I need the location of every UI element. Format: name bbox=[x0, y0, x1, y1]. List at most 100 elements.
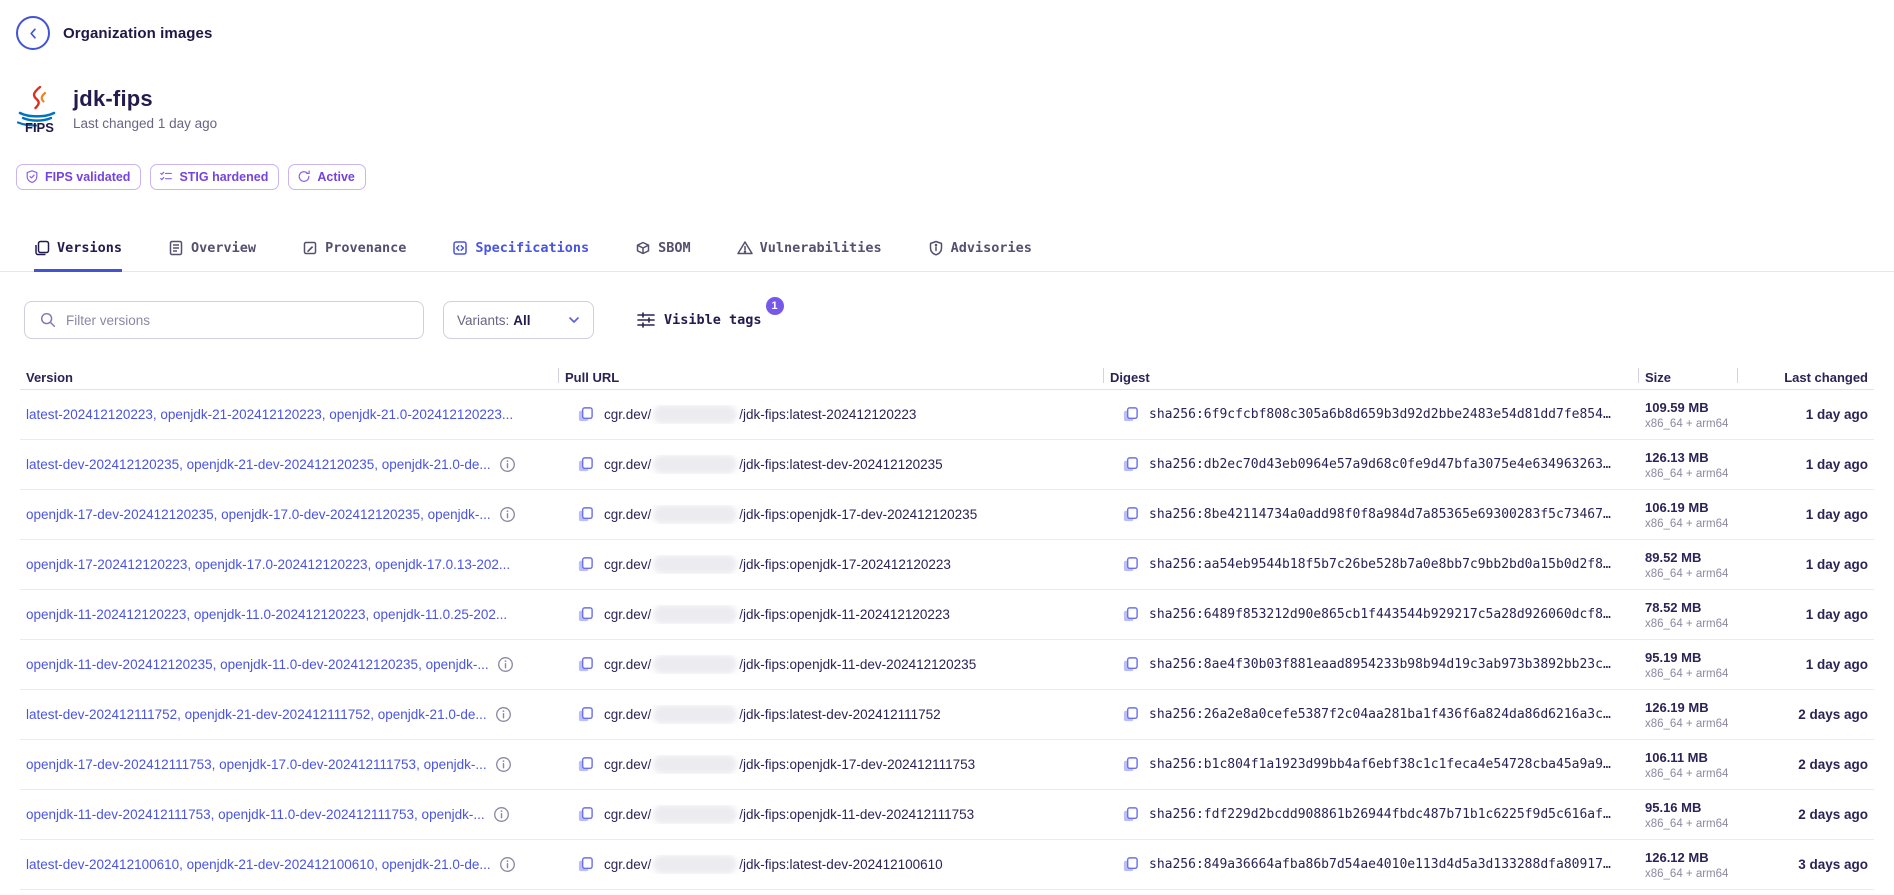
copy-pull-url-icon[interactable] bbox=[577, 856, 594, 873]
copy-pull-url-icon[interactable] bbox=[577, 756, 594, 773]
copy-digest-icon[interactable] bbox=[1122, 406, 1139, 423]
tab-provenance[interactable]: Provenance bbox=[302, 240, 406, 272]
badge-active[interactable]: Active bbox=[288, 164, 366, 190]
table-row: openjdk-17-dev-202412111753, openjdk-17.… bbox=[20, 740, 1874, 790]
versions-table: Version Pull URL Digest Size Last change… bbox=[20, 365, 1874, 890]
tab-sbom[interactable]: SBOM bbox=[635, 240, 691, 272]
tab-specifications[interactable]: Specifications bbox=[452, 240, 589, 272]
copy-pull-url-icon[interactable] bbox=[577, 456, 594, 473]
filter-versions-input[interactable] bbox=[66, 313, 411, 328]
copy-digest-icon[interactable] bbox=[1122, 756, 1139, 773]
pull-url-prefix: cgr.dev/ bbox=[604, 857, 651, 872]
copy-digest-icon[interactable] bbox=[1122, 856, 1139, 873]
version-tags-link[interactable]: openjdk-17-dev-202412120235, openjdk-17.… bbox=[26, 507, 491, 522]
digest-value: sha256:849a36664afba86b7d54ae4010e113d4d… bbox=[1149, 857, 1611, 872]
back-button[interactable] bbox=[16, 16, 50, 50]
column-header-version[interactable]: Version bbox=[20, 365, 558, 389]
copy-digest-icon[interactable] bbox=[1122, 506, 1139, 523]
versions-toolbar: Variants: All Visible tags 1 bbox=[24, 301, 1894, 339]
version-tags-link[interactable]: openjdk-17-dev-202412111753, openjdk-17.… bbox=[26, 757, 487, 772]
version-tags-link[interactable]: latest-dev-202412100610, openjdk-21-dev-… bbox=[26, 857, 491, 872]
variants-dropdown[interactable]: Variants: All bbox=[443, 301, 594, 339]
copy-pull-url-icon[interactable] bbox=[577, 506, 594, 523]
copy-digest-icon[interactable] bbox=[1122, 706, 1139, 723]
tab-advisories[interactable]: Advisories bbox=[928, 240, 1032, 272]
column-header-digest[interactable]: Digest bbox=[1103, 365, 1638, 389]
copy-pull-url-icon[interactable] bbox=[577, 806, 594, 823]
version-tags-link[interactable]: openjdk-11-dev-202412120235, openjdk-11.… bbox=[26, 657, 489, 672]
copy-pull-url-icon[interactable] bbox=[577, 606, 594, 623]
chevron-down-icon bbox=[566, 312, 582, 328]
redacted-org-name bbox=[653, 555, 737, 574]
info-icon[interactable] bbox=[499, 456, 516, 473]
last-changed-value: 2 days ago bbox=[1737, 807, 1874, 822]
last-changed-value: 1 day ago bbox=[1737, 657, 1874, 672]
copy-pull-url-icon[interactable] bbox=[577, 706, 594, 723]
pull-url-prefix: cgr.dev/ bbox=[604, 407, 651, 422]
digest-value: sha256:aa54eb9544b18f5b7c26be528b7a0e8bb… bbox=[1149, 557, 1611, 572]
tab-vulnerabilities[interactable]: Vulnerabilities bbox=[737, 240, 882, 272]
version-tags-link[interactable]: openjdk-11-dev-202412111753, openjdk-11.… bbox=[26, 807, 485, 822]
refresh-icon bbox=[297, 169, 311, 184]
info-icon[interactable] bbox=[499, 856, 516, 873]
copy-pull-url-icon[interactable] bbox=[577, 406, 594, 423]
info-icon[interactable] bbox=[495, 756, 512, 773]
info-icon[interactable] bbox=[495, 706, 512, 723]
table-row: openjdk-11-dev-202412120235, openjdk-11.… bbox=[20, 640, 1874, 690]
badge-stig-hardened[interactable]: STIG hardened bbox=[150, 164, 279, 190]
version-tags-link[interactable]: latest-dev-202412120235, openjdk-21-dev-… bbox=[26, 457, 491, 472]
column-header-last-changed[interactable]: Last changed bbox=[1737, 365, 1874, 389]
redacted-org-name bbox=[653, 605, 737, 624]
image-name: jdk-fips bbox=[73, 86, 217, 112]
shield-icon bbox=[928, 240, 944, 256]
last-changed-value: 1 day ago bbox=[1737, 457, 1874, 472]
size-architectures: x86_64 + arm64 bbox=[1645, 618, 1737, 630]
info-icon[interactable] bbox=[499, 506, 516, 523]
tab-overview[interactable]: Overview bbox=[168, 240, 256, 272]
pull-url-prefix: cgr.dev/ bbox=[604, 707, 651, 722]
info-icon[interactable] bbox=[493, 806, 510, 823]
copy-digest-icon[interactable] bbox=[1122, 656, 1139, 673]
size-value: 109.59 MB bbox=[1645, 400, 1737, 415]
copy-digest-icon[interactable] bbox=[1122, 806, 1139, 823]
pull-url-suffix: /jdk-fips:latest-dev-202412111752 bbox=[739, 707, 940, 722]
code-square-icon bbox=[452, 240, 468, 256]
info-icon[interactable] bbox=[497, 656, 514, 673]
table-row: openjdk-11-dev-202412111753, openjdk-11.… bbox=[20, 790, 1874, 840]
table-row: latest-202412120223, openjdk-21-20241212… bbox=[20, 390, 1874, 440]
copy-digest-icon[interactable] bbox=[1122, 456, 1139, 473]
pencil-square-icon bbox=[302, 240, 318, 256]
size-architectures: x86_64 + arm64 bbox=[1645, 718, 1737, 730]
column-header-pull-url[interactable]: Pull URL bbox=[558, 365, 1103, 389]
column-header-size[interactable]: Size bbox=[1638, 365, 1737, 389]
version-tags-link[interactable]: latest-202412120223, openjdk-21-20241212… bbox=[26, 407, 513, 422]
version-tags-link[interactable]: openjdk-17-202412120223, openjdk-17.0-20… bbox=[26, 557, 510, 572]
checklist-icon bbox=[159, 169, 173, 184]
digest-value: sha256:db2ec70d43eb0964e57a9d68c0fe9d47b… bbox=[1149, 457, 1611, 472]
copy-pull-url-icon[interactable] bbox=[577, 656, 594, 673]
digest-value: sha256:8ae4f30b03f881eaad8954233b98b94d1… bbox=[1149, 657, 1611, 672]
digest-value: sha256:b1c804f1a1923d99bb4af6ebf38c1c1fe… bbox=[1149, 757, 1611, 772]
redacted-org-name bbox=[653, 455, 737, 474]
last-changed-value: 2 days ago bbox=[1737, 757, 1874, 772]
size-architectures: x86_64 + arm64 bbox=[1645, 818, 1737, 830]
copy-digest-icon[interactable] bbox=[1122, 556, 1139, 573]
copy-digest-icon[interactable] bbox=[1122, 606, 1139, 623]
size-value: 95.19 MB bbox=[1645, 650, 1737, 665]
version-tags-link[interactable]: latest-dev-202412111752, openjdk-21-dev-… bbox=[26, 707, 487, 722]
badge-fips-validated[interactable]: FIPS validated bbox=[16, 164, 141, 190]
pull-url-suffix: /jdk-fips:openjdk-17-202412120223 bbox=[739, 557, 951, 572]
redacted-org-name bbox=[653, 755, 737, 774]
copy-pull-url-icon[interactable] bbox=[577, 556, 594, 573]
table-body: latest-202412120223, openjdk-21-20241212… bbox=[20, 390, 1874, 890]
size-architectures: x86_64 + arm64 bbox=[1645, 768, 1737, 780]
versions-icon bbox=[34, 240, 50, 256]
tab-versions[interactable]: Versions bbox=[34, 240, 122, 272]
redacted-org-name bbox=[653, 855, 737, 874]
digest-value: sha256:6f9cfcbf808c305a6b8d659b3d92d2bbe… bbox=[1149, 407, 1611, 422]
redacted-org-name bbox=[653, 505, 737, 524]
version-tags-link[interactable]: openjdk-11-202412120223, openjdk-11.0-20… bbox=[26, 607, 507, 622]
table-row: openjdk-17-dev-202412120235, openjdk-17.… bbox=[20, 490, 1874, 540]
visible-tags-button[interactable]: Visible tags 1 bbox=[637, 311, 762, 329]
package-icon bbox=[635, 240, 651, 256]
